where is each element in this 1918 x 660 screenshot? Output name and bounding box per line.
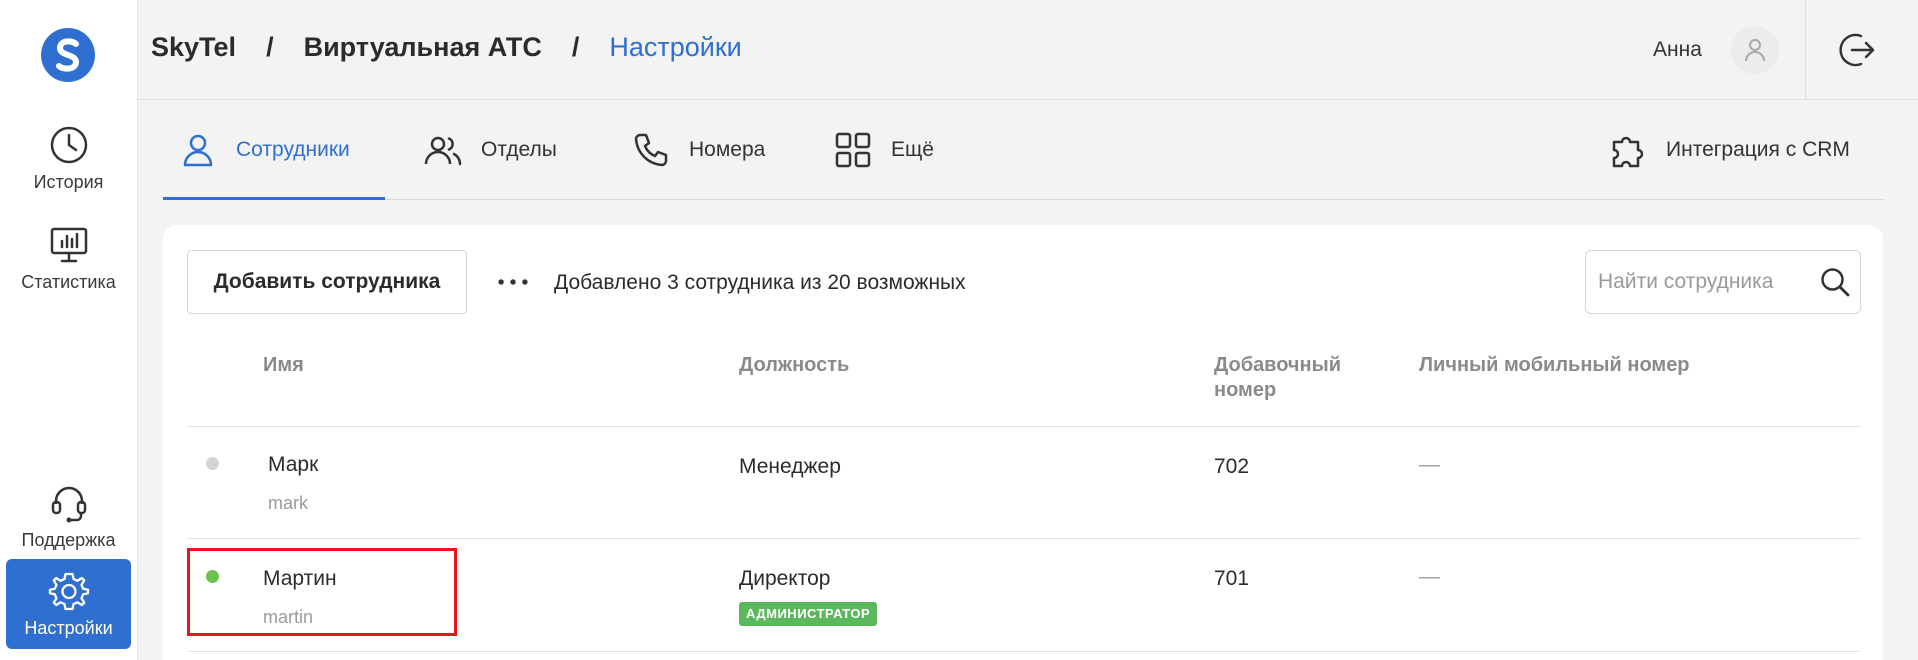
column-header-extension[interactable]: Добавочный номер xyxy=(1214,353,1364,403)
employee-name[interactable]: Марк xyxy=(268,453,318,477)
status-dot-online xyxy=(206,570,219,583)
column-header-name[interactable]: Имя xyxy=(263,353,304,378)
add-employee-button[interactable]: Добавить сотрудника xyxy=(187,250,467,314)
phone-icon xyxy=(634,133,668,167)
employee-mobile: — xyxy=(1419,565,1440,588)
employee-extension: 702 xyxy=(1214,455,1250,478)
tab-crm-integration[interactable]: Интеграция с CRM xyxy=(1608,100,1850,200)
table-divider xyxy=(187,538,1861,539)
employee-login: martin xyxy=(263,607,314,627)
skytel-logo[interactable] xyxy=(40,27,96,83)
statistics-monitor-icon xyxy=(50,227,87,262)
employee-mobile: — xyxy=(1419,453,1440,476)
tab-employees[interactable]: Сотрудники xyxy=(178,100,350,200)
breadcrumb-item-pbx[interactable]: Виртуальная АТС xyxy=(304,32,542,63)
column-header-mobile[interactable]: Личный мобильный номер xyxy=(1419,353,1690,378)
logout-button[interactable] xyxy=(1838,30,1878,70)
breadcrumb-item-current: Настройки xyxy=(609,32,742,62)
employee-position: Менеджер xyxy=(739,455,841,478)
employee-login: mark xyxy=(268,493,308,513)
employee-position: Директор xyxy=(739,567,831,590)
table-divider xyxy=(187,426,1861,427)
admin-badge: АДМИНИСТРАТОР xyxy=(739,602,878,626)
tab-label: Ещё xyxy=(891,138,934,161)
header: SkyTel / Виртуальная АТС / Настройки Анн… xyxy=(138,0,1918,100)
status-dot-offline xyxy=(206,457,219,470)
sidebar-item-label: Настройки xyxy=(24,617,113,638)
sidebar-item-label: Статистика xyxy=(21,271,116,292)
active-tab-indicator xyxy=(163,197,385,200)
breadcrumb-separator: / xyxy=(571,32,580,62)
sidebar-item-support[interactable]: Поддержка xyxy=(6,471,131,561)
employees-panel: Добавить сотрудника Добавлено 3 сотрудни… xyxy=(163,225,1883,660)
sidebar-item-settings[interactable]: Настройки xyxy=(6,559,131,649)
user-icon xyxy=(183,134,213,167)
tab-label: Номера xyxy=(689,138,766,161)
tab-departments[interactable]: Отделы xyxy=(423,100,557,200)
headset-icon xyxy=(51,486,86,522)
clock-icon xyxy=(50,126,87,163)
logout-icon xyxy=(1839,33,1875,67)
sidebar: История Статистика Поддержка Настройки xyxy=(0,0,138,660)
gear-icon xyxy=(48,572,89,610)
breadcrumb: SkyTel / Виртуальная АТС / Настройки xyxy=(151,32,742,63)
employee-count-text: Добавлено 3 сотрудника из 20 возможных xyxy=(554,271,966,294)
sidebar-item-label: Поддержка xyxy=(21,529,116,550)
grid-icon xyxy=(835,132,871,168)
sidebar-item-label: История xyxy=(33,171,104,192)
tab-bar: Сотрудники Отделы Номера Ещё Интеграция … xyxy=(163,100,1883,200)
employee-name[interactable]: Мартин xyxy=(263,567,337,591)
column-header-position[interactable]: Должность xyxy=(739,353,849,378)
breadcrumb-separator: / xyxy=(266,32,274,62)
search-icon[interactable] xyxy=(1819,266,1851,298)
puzzle-icon xyxy=(1612,136,1644,168)
tab-label: Интеграция с CRM xyxy=(1666,138,1850,161)
more-dots-icon xyxy=(498,279,528,285)
table-divider xyxy=(187,651,1861,652)
tab-label: Сотрудники xyxy=(236,138,350,161)
tab-label: Отделы xyxy=(481,138,557,161)
avatar[interactable] xyxy=(1731,26,1779,74)
header-divider xyxy=(1805,0,1806,100)
search-box xyxy=(1585,250,1861,314)
sidebar-item-history[interactable]: История xyxy=(6,113,131,203)
users-icon xyxy=(424,136,462,166)
more-options-button[interactable] xyxy=(493,265,533,299)
search-input[interactable] xyxy=(1598,270,1813,294)
sidebar-item-statistics[interactable]: Статистика xyxy=(6,213,131,303)
user-avatar-icon xyxy=(1745,39,1765,62)
tab-numbers[interactable]: Номера xyxy=(631,100,765,200)
employee-extension: 701 xyxy=(1214,567,1250,590)
breadcrumb-item-company[interactable]: SkyTel xyxy=(151,32,236,63)
user-name[interactable]: Анна xyxy=(1653,38,1702,62)
tab-more[interactable]: Ещё xyxy=(833,100,934,200)
